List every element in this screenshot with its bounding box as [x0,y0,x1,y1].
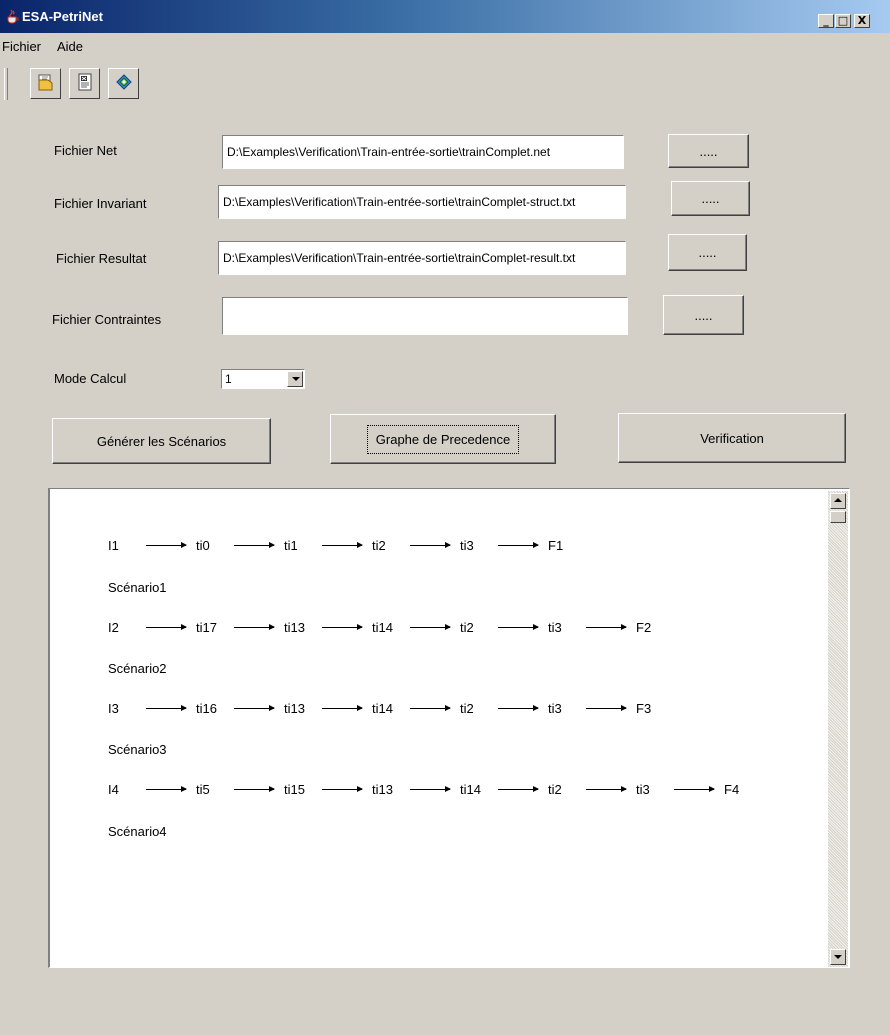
arrow-right-icon [322,786,363,792]
precedence-graph-button[interactable]: Graphe de Precedence [330,414,556,464]
arrow-right-icon [498,786,539,792]
arrow-right-icon [234,624,275,630]
maximize-button[interactable]: □ [835,14,851,28]
resultat-browse-button[interactable]: ..... [668,234,747,271]
title-bar[interactable]: ESA-PetriNet _ □ X [0,0,890,33]
scenario-node: ti17 [196,620,217,635]
contraintes-file-label: Fichier Contraintes [52,312,162,327]
scenario-node: ti3 [460,538,474,553]
scroll-up-icon[interactable] [830,493,846,509]
scenario-node: ti13 [372,782,393,797]
contraintes-browse-button[interactable]: ..... [663,295,744,335]
resultat-file-label: Fichier Resultat [56,251,147,266]
scenario-node: ti13 [284,620,305,635]
export-icon [75,72,95,95]
scenario-node: ti2 [372,538,386,553]
scenario-node: I1 [108,538,119,553]
arrow-right-icon [146,786,187,792]
invariant-file-label: Fichier Invariant [54,196,147,211]
toolbar-help-button[interactable] [108,68,139,99]
scenario-node: ti16 [196,701,217,716]
invariant-browse-button[interactable]: ..... [671,181,750,216]
arrow-right-icon [234,786,275,792]
menu-fichier[interactable]: Fichier [2,39,41,54]
arrow-right-icon [146,705,187,711]
scenario-node: ti2 [548,782,562,797]
scenario-name: Scénario1 [108,580,167,595]
scroll-thumb[interactable] [830,511,846,523]
mode-calcul-value: 1 [225,372,232,386]
scenario-node: ti2 [460,620,474,635]
menu-aide[interactable]: Aide [57,39,83,54]
arrow-right-icon [234,542,275,548]
mode-calcul-select[interactable]: 1 [221,369,305,389]
arrow-right-icon [498,542,539,548]
scenario-name: Scénario3 [108,742,167,757]
scenario-node: F4 [724,782,740,797]
net-file-input[interactable]: D:\Examples\Verification\Train-entrée-so… [222,135,624,169]
scenario-node: ti3 [636,782,650,797]
vertical-scrollbar[interactable] [828,491,848,967]
arrow-right-icon [322,624,363,630]
arrow-right-icon [410,705,451,711]
arrow-right-icon [498,705,539,711]
scenario-name: Scénario2 [108,661,167,676]
scenario-node: F3 [636,701,652,716]
scenario-node: F2 [636,620,652,635]
scenario-node: ti14 [372,701,393,716]
toolbar-export-button[interactable] [69,68,100,99]
arrow-right-icon [410,624,451,630]
scenario-node: ti14 [372,620,393,635]
scenario-node: ti15 [284,782,305,797]
arrow-right-icon [410,786,451,792]
scenario-node: ti3 [548,620,562,635]
arrow-right-icon [586,624,627,630]
resultat-file-input[interactable]: D:\Examples\Verification\Train-entrée-so… [218,241,626,275]
scenario-node: ti5 [196,782,210,797]
arrow-right-icon [498,624,539,630]
invariant-file-input[interactable]: D:\Examples\Verification\Train-entrée-so… [218,185,626,219]
toolbar-open-button[interactable] [30,68,61,99]
scenario-node: I4 [108,782,119,797]
scenario-node: ti2 [460,701,474,716]
mode-calcul-label: Mode Calcul [54,371,127,386]
arrow-right-icon [586,786,627,792]
precedence-graph-label: Graphe de Precedence [366,424,520,454]
arrow-right-icon [674,786,715,792]
scenario-node: ti14 [460,782,481,797]
arrow-right-icon [322,542,363,548]
arrow-right-icon [146,542,187,548]
scenario-node: I3 [108,701,119,716]
scenario-node: I2 [108,620,119,635]
arrow-right-icon [410,542,451,548]
minimize-button[interactable]: _ [818,14,834,28]
scroll-down-icon[interactable] [830,949,846,965]
close-button[interactable]: X [854,14,870,28]
net-browse-button[interactable]: ..... [668,134,749,168]
arrow-right-icon [146,624,187,630]
net-file-label: Fichier Net [54,143,117,158]
contraintes-file-input[interactable] [222,297,628,335]
verification-button[interactable]: Verification [618,413,846,463]
arrow-right-icon [586,705,627,711]
scenario-name: Scénario4 [108,824,167,839]
open-file-icon [36,72,56,95]
scenario-node: ti13 [284,701,305,716]
window-title: ESA-PetriNet [22,9,103,24]
chevron-down-icon[interactable] [287,371,303,387]
menu-bar: Fichier Aide [0,34,890,58]
help-book-icon [114,72,134,95]
arrow-right-icon [322,705,363,711]
toolbar-grip[interactable] [4,68,8,100]
scenario-output-area[interactable] [48,488,850,968]
java-cup-icon [4,8,20,24]
scenario-node: F1 [548,538,564,553]
generate-scenarios-button[interactable]: Générer les Scénarios [52,418,271,464]
scenario-node: ti0 [196,538,210,553]
scenario-node: ti3 [548,701,562,716]
scenario-node: ti1 [284,538,298,553]
arrow-right-icon [234,705,275,711]
